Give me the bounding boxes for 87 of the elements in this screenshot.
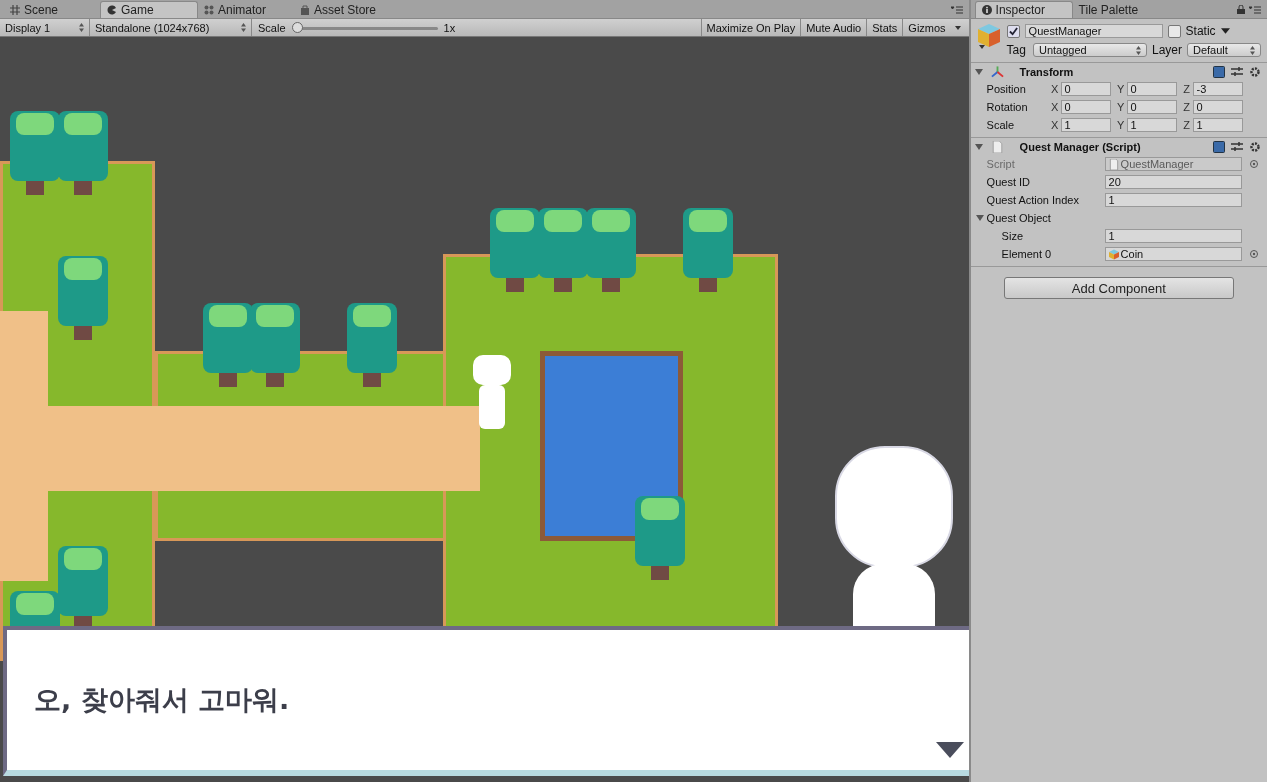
axis-label: Z [1182,83,1191,95]
number-field[interactable]: 0 [1126,82,1177,96]
axis-label: Y [1115,83,1126,95]
dialog-text: 오, 찾아줘서 고마워. [34,683,290,717]
gear-icon[interactable] [1249,140,1261,153]
axis-label: X [1049,101,1060,113]
number-field[interactable]: 0 [1060,82,1111,96]
sliders-icon[interactable] [1231,140,1243,153]
menu-icon[interactable] [950,6,963,14]
view-tab[interactable]: Game [100,1,198,18]
view-tab[interactable]: Animator [198,2,294,18]
toggle-button[interactable]: Maximize On Play [700,19,801,36]
gizmos-button[interactable]: Gizmos [902,19,951,36]
value-field[interactable]: 1 [1104,229,1242,243]
property-label: Script [986,158,1016,170]
object-field[interactable]: Coin [1104,247,1242,261]
axis-label: Z [1182,119,1191,131]
info-icon [981,5,992,15]
static-checkbox[interactable] [1167,24,1181,38]
axis-label: X [1049,83,1060,95]
updown-icon [241,23,246,32]
toggle-button[interactable]: Mute Audio [800,19,867,36]
script-file-icon [990,140,1004,153]
caret-icon[interactable] [954,25,961,30]
number-field[interactable]: 0 [1126,100,1177,114]
cube-icon [1108,248,1119,260]
component-title: Transform [1019,65,1074,78]
axes-icon [990,65,1004,78]
number-field[interactable]: -3 [1192,82,1243,96]
triangle-icon[interactable] [936,742,964,758]
foldout-arrow[interactable] [975,214,984,222]
property-label: Quest Object [986,212,1051,224]
script-file-icon [1108,158,1119,170]
add-component-button[interactable]: Add Component [1003,277,1234,299]
value-field[interactable]: 1 [1104,193,1242,207]
tag-label: Tag [1006,43,1026,57]
view-tab[interactable]: Scene [4,2,100,18]
toggle-button[interactable]: Stats [866,19,903,36]
axis-label: X [1049,119,1060,131]
number-field[interactable]: 1 [1060,118,1111,132]
number-field[interactable]: 0 [1060,100,1111,114]
target-icon[interactable] [1248,159,1259,169]
number-field[interactable]: 1 [1192,118,1243,132]
property-label: Position [986,83,1027,95]
foldout-arrow[interactable] [974,142,983,151]
caret-icon[interactable] [1220,28,1230,34]
lock-icon[interactable] [1237,5,1245,14]
nodes-icon [204,5,214,15]
name-field[interactable]: QuestManager [1024,24,1163,38]
foldout-arrow[interactable] [974,67,983,76]
slider-thumb[interactable] [291,21,303,33]
view-tab[interactable]: Asset Store [294,2,390,18]
updown-icon [1250,45,1255,55]
menu-icon[interactable] [1249,6,1261,14]
display-dropdown[interactable]: Display 1 [0,19,90,36]
active-checkbox[interactable] [1006,24,1020,38]
number-field[interactable]: 1 [1126,118,1177,132]
bag-icon [300,5,310,15]
property-label: Quest ID [986,176,1031,188]
property-label: Size [1000,230,1024,242]
grid-icon [10,5,20,15]
property-label: Scale [986,119,1016,131]
updown-icon [1135,45,1141,55]
resolution-dropdown[interactable]: Standalone (1024x768) [90,19,252,36]
scale-reading: 1x [442,21,457,34]
updown-icon [79,23,84,32]
panel-tab[interactable]: Tile Palette [1072,2,1169,18]
sliders-icon[interactable] [1231,65,1243,78]
gear-icon[interactable] [1249,65,1261,78]
tag-dropdown[interactable]: Untagged [1032,43,1147,57]
layer-label: Layer [1151,43,1182,57]
property-label: Quest Action Index [986,194,1080,206]
static-label: Static [1185,24,1216,38]
panel-tab[interactable]: Inspector [974,1,1073,18]
target-icon[interactable] [1248,249,1259,259]
scale-label: Scale [257,21,287,34]
property-label: Element 0 [1000,248,1053,260]
property-label: Rotation [986,101,1029,113]
layer-dropdown[interactable]: Default [1187,43,1261,57]
axis-label: Y [1115,119,1126,131]
number-field[interactable]: 0 [1192,100,1243,114]
value-field[interactable]: 20 [1104,175,1242,189]
component-title: Quest Manager (Script) [1019,140,1141,153]
axis-label: Z [1182,101,1191,113]
pacman-icon [107,5,117,15]
axis-label: Y [1115,101,1126,113]
cube-icon [976,23,1001,51]
